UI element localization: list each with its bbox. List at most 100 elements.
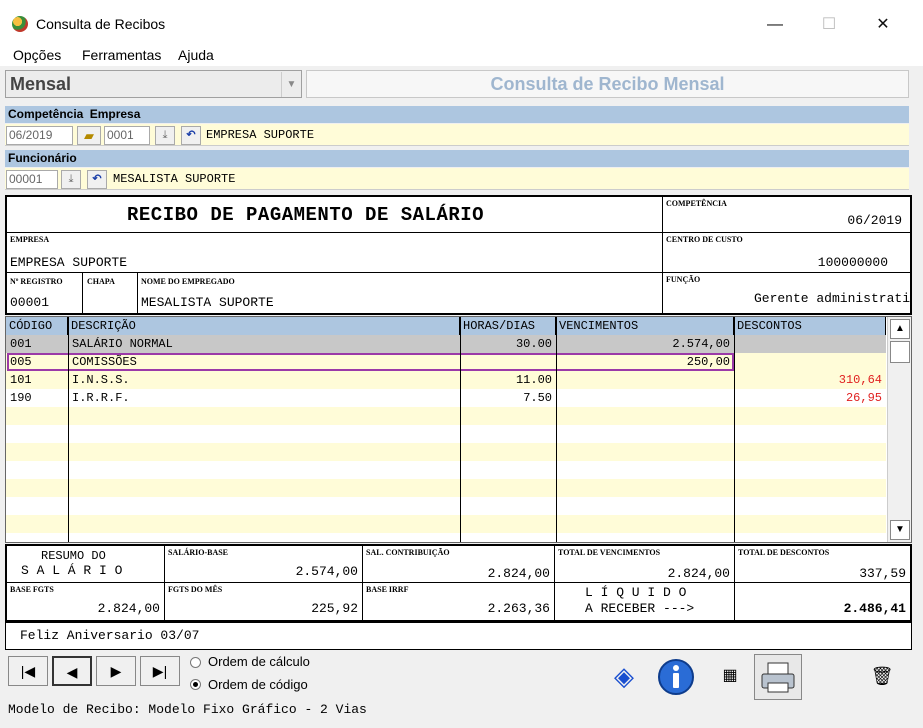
salary-summary: RESUMO DO S A L Á R I O SALÁRIO-BASE 2.5…: [5, 544, 912, 622]
empresa-cell-label: EMPRESA: [10, 235, 50, 244]
nome-value: MESALISTA SUPORTE: [141, 295, 274, 310]
table-row[interactable]: 190 I.R.R.F. 7.50 26,95: [6, 389, 886, 407]
next-record-button[interactable]: ▶: [96, 656, 136, 686]
total-desc-label: TOTAL DE DESCONTOS: [738, 548, 830, 557]
empresa-code-input[interactable]: 0001: [104, 126, 150, 145]
calculator-icon[interactable]: ▦: [706, 654, 754, 700]
table-row[interactable]: [6, 443, 886, 461]
navigate-icon[interactable]: ◈: [600, 654, 648, 700]
menu-opcoes[interactable]: Opções: [13, 47, 61, 63]
salario-base-value: 2.574,00: [295, 564, 358, 579]
table-cell-horas: 11.00: [515, 373, 552, 387]
table-cell-descontos: [734, 353, 886, 371]
receipt-header: RECIBO DE PAGAMENTO DE SALÁRIO COMPETÊNC…: [5, 195, 912, 315]
fgts-mes-cell: FGTS DO MÊS 225,92: [165, 583, 363, 620]
undo-icon[interactable]: ↶: [87, 170, 107, 189]
centro-custo-value: 100000000: [817, 255, 888, 270]
sal-contrib-cell: SAL. CONTRIBUIÇÃO 2.824,00: [363, 546, 555, 583]
table-cell-vencimentos: [556, 389, 734, 407]
col-header-codigo[interactable]: CÓDIGO: [6, 317, 68, 335]
table-row[interactable]: [6, 479, 886, 497]
table-row[interactable]: [6, 461, 886, 479]
funcionario-label: Funcionário: [5, 150, 909, 167]
chevron-down-icon[interactable]: ▼: [281, 72, 301, 97]
printer-icon[interactable]: [754, 654, 802, 700]
scroll-down-icon[interactable]: ▼: [890, 520, 910, 540]
table-cell-codigo: 190: [10, 391, 32, 405]
table-row[interactable]: [6, 425, 886, 443]
table-row[interactable]: [6, 497, 886, 515]
salario-base-label: SALÁRIO-BASE: [168, 548, 229, 557]
table-cell-descricao: COMISSÕES: [72, 355, 137, 369]
col-header-horas[interactable]: HORAS/DIAS: [460, 317, 556, 335]
chapa-cell: CHAPA: [83, 273, 138, 313]
funcionario-code-input[interactable]: 00001: [6, 170, 58, 189]
minimize-button[interactable]: —: [752, 10, 798, 40]
info-icon[interactable]: [652, 654, 700, 700]
centro-custo-cell: CENTRO DE CUSTO 100000000: [663, 233, 910, 273]
table-cell-codigo: 001: [10, 337, 32, 351]
total-venc-value: 2.824,00: [667, 566, 730, 581]
table-cell-descontos: 310,64: [838, 373, 882, 387]
table-cell-descricao: SALÁRIO NORMAL: [72, 337, 173, 351]
table-row[interactable]: 005 COMISSÕES 250,00: [6, 353, 886, 371]
empresa-cell-value: EMPRESA SUPORTE: [10, 255, 128, 270]
col-header-vencimentos[interactable]: VENCIMENTOS: [556, 317, 734, 335]
registro-label: Nº REGISTRO: [10, 277, 63, 286]
col-header-descricao[interactable]: DESCRIÇÃO: [68, 317, 460, 335]
close-button[interactable]: ✕: [860, 10, 906, 40]
table-row[interactable]: [6, 515, 886, 533]
base-fgts-value: 2.824,00: [97, 601, 160, 616]
base-irrf-cell: BASE IRRF 2.263,36: [363, 583, 555, 620]
chapa-label: CHAPA: [87, 277, 115, 286]
table-cell-vencimentos: [556, 371, 734, 389]
resumo-line1: RESUMO DO: [41, 549, 106, 563]
liquido-line2: A RECEBER --->: [585, 601, 695, 616]
col-header-descontos[interactable]: DESCONTOS: [734, 317, 886, 335]
base-irrf-label: BASE IRRF: [366, 585, 409, 594]
download-icon[interactable]: ⤓: [155, 126, 175, 145]
status-bar: Modelo de Recibo: Modelo Fixo Gráfico - …: [8, 702, 367, 717]
table-cell-horas: 7.50: [523, 391, 552, 405]
liquido-label-cell: L Í Q U I D O A RECEBER --->: [555, 583, 735, 620]
order-calc-label[interactable]: Ordem de cálculo: [208, 654, 310, 669]
first-record-button[interactable]: |◀: [8, 656, 48, 686]
competencia-input[interactable]: 06/2019: [6, 126, 73, 145]
empresa-name: EMPRESA SUPORTE: [206, 128, 315, 142]
menu-ajuda[interactable]: Ajuda: [178, 47, 214, 63]
competencia-cell: COMPETÊNCIA 06/2019: [663, 197, 910, 233]
table-row[interactable]: [6, 407, 886, 425]
window-title: Consulta de Recibos: [36, 16, 166, 32]
nome-cell: NOME DO EMPREGADO MESALISTA SUPORTE: [138, 273, 663, 313]
order-code-label[interactable]: Ordem de código: [208, 677, 308, 692]
table-cell-descontos: [734, 335, 886, 353]
table-row[interactable]: 101 I.N.S.S. 11.00 310,64: [6, 371, 886, 389]
base-fgts-cell: BASE FGTS 2.824,00: [7, 583, 165, 620]
last-record-button[interactable]: ▶|: [140, 656, 180, 686]
base-fgts-label: BASE FGTS: [10, 585, 54, 594]
mode-select-value: Mensal: [10, 74, 72, 94]
menu-ferramentas[interactable]: Ferramentas: [82, 47, 161, 63]
folder-open-icon[interactable]: ▰: [77, 126, 101, 145]
scroll-up-icon[interactable]: ▲: [890, 319, 910, 339]
radio-dot: [193, 682, 198, 687]
funcionario-name: MESALISTA SUPORTE: [113, 172, 236, 186]
order-calc-radio[interactable]: [190, 657, 201, 668]
table-cell-vencimentos: 2.574,00: [672, 337, 730, 351]
app-icon: [12, 16, 28, 32]
prev-record-button[interactable]: ◀: [52, 656, 92, 686]
scroll-thumb[interactable]: [890, 341, 910, 363]
maximize-button[interactable]: ☐: [806, 10, 852, 40]
download-icon[interactable]: ⤓: [61, 170, 81, 189]
grid-scrollbar[interactable]: ▲ ▼: [887, 317, 911, 542]
registro-value: 00001: [10, 295, 50, 310]
section-header-competencia: Competência Empresa: [5, 106, 909, 123]
items-grid[interactable]: CÓDIGO DESCRIÇÃO HORAS/DIAS VENCIMENTOS …: [5, 316, 912, 543]
undo-icon[interactable]: ↶: [181, 126, 201, 145]
trash-icon[interactable]: 🗑: [858, 654, 906, 700]
order-code-radio[interactable]: [190, 679, 201, 690]
table-cell-descricao: I.N.S.S.: [72, 373, 130, 387]
funcao-value: Gerente administrati: [753, 291, 910, 306]
table-row[interactable]: 001 SALÁRIO NORMAL 30.00 2.574,00: [6, 335, 886, 353]
nome-label: NOME DO EMPREGADO: [141, 277, 235, 286]
